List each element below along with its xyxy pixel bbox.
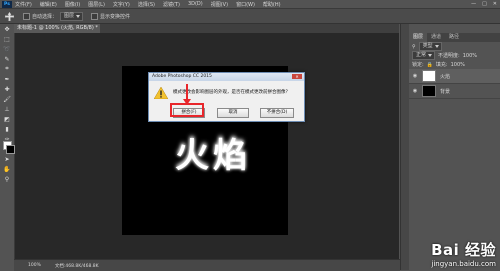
move-icon[interactable]: ✥ — [0, 24, 14, 34]
opacity-value[interactable]: 100% — [463, 53, 477, 59]
fill-label: 填充: — [435, 62, 448, 68]
tab-layers[interactable]: 图层 — [409, 33, 428, 42]
dialog-message: 模式更改会影响图层的外观，是否在模式更改前拼合图像？ — [173, 90, 290, 95]
dialog-titlebar: Adobe Photoshop CC 2015 ✕ — [149, 73, 304, 81]
menu-help[interactable]: 帮助(H) — [263, 1, 281, 8]
show-transform-checkbox[interactable] — [91, 12, 99, 20]
auto-select-checkbox[interactable] — [23, 12, 30, 20]
layer-row-background[interactable]: ◉ 背景 — [409, 84, 500, 99]
lasso-icon[interactable]: ➰ — [0, 44, 14, 54]
layer-name: 背景 — [440, 88, 451, 95]
menu-view[interactable]: 视图(V) — [211, 1, 228, 8]
crop-icon[interactable]: ⌗ — [0, 64, 14, 74]
fill-value[interactable]: 100% — [451, 62, 465, 68]
show-transform-label: 显示变换控件 — [100, 13, 131, 20]
auto-select-label: 自动选择： — [32, 13, 58, 20]
eraser-icon[interactable]: ◩ — [0, 114, 14, 124]
minimize-button[interactable]: — — [471, 1, 476, 7]
dialog-title: Adobe Photoshop CC 2015 — [152, 74, 212, 79]
baidu-jingyan-watermark: Bai 经验 jingyan.baidu.com — [431, 239, 496, 268]
menu-file[interactable]: 文件(F) — [15, 1, 32, 8]
fire-text-artwork: 火焰 — [175, 136, 251, 176]
annotation-highlight-box — [170, 103, 204, 117]
menu-3d[interactable]: 3D(D) — [188, 1, 203, 7]
window-controls: — □ ✕ — [471, 0, 497, 8]
menu-layer[interactable]: 图层(L) — [88, 1, 105, 8]
options-bar: 自动选择： 图层 显示变换控件 — [0, 9, 500, 24]
filter-row: ⚲ 类型 — [409, 42, 500, 51]
move-tool-icon[interactable] — [3, 11, 15, 21]
document-size: 文档:468.8K/468.8K — [54, 263, 99, 269]
gradient-icon[interactable]: ▮ — [0, 124, 14, 134]
cancel-button[interactable]: 取消 — [217, 108, 249, 118]
lock-label: 锁定: — [412, 62, 424, 68]
tab-channels[interactable]: 通道 — [427, 33, 445, 42]
eyedropper-icon[interactable]: ✒ — [0, 74, 14, 84]
watermark-url: jingyan.baidu.com — [431, 260, 496, 268]
menu-bar: Ps 文件(F) 编辑(E) 图像(I) 图层(L) 文字(Y) 选择(S) 滤… — [0, 0, 500, 9]
filter-kind-dropdown[interactable]: 类型 — [418, 42, 442, 51]
background-color-swatch[interactable] — [6, 145, 15, 154]
healing-brush-icon[interactable]: ✚ — [0, 84, 14, 94]
layer-name: 火焰 — [440, 73, 451, 80]
quick-select-icon[interactable]: ✎ — [0, 54, 14, 64]
panel-dock — [400, 24, 409, 270]
blend-row: 正常 不透明度: 100% — [409, 51, 500, 60]
layers-panel: 图层 通道 路径 ⚲ 类型 正常 不透明度: 100% 锁定: 🔒 填充: 10… — [409, 33, 500, 259]
stamp-icon[interactable]: ⊥ — [0, 104, 14, 114]
tab-paths[interactable]: 路径 — [445, 33, 463, 42]
layer-thumbnail — [422, 85, 436, 97]
menu-window[interactable]: 窗口(W) — [236, 1, 255, 8]
marquee-icon[interactable]: ⬚ — [0, 34, 14, 44]
opacity-label: 不透明度: — [438, 53, 460, 59]
maximize-button[interactable]: □ — [482, 1, 487, 7]
visibility-eye-icon[interactable]: ◉ — [412, 73, 418, 79]
zoom-icon[interactable]: ⚲ — [0, 174, 14, 184]
lock-row: 锁定: 🔒 填充: 100% — [409, 60, 500, 69]
status-bar: 100% 文档:468.8K/468.8K — [14, 259, 400, 271]
search-icon: ⚲ — [412, 43, 416, 50]
warning-icon — [154, 87, 168, 99]
lock-icon[interactable]: 🔒 — [427, 62, 433, 68]
layer-row-fire[interactable]: ◉ 火焰 — [409, 69, 500, 84]
menu-select[interactable]: 选择(S) — [138, 1, 155, 8]
menu-edit[interactable]: 编辑(E) — [40, 1, 57, 8]
hand-icon[interactable]: ✋ — [0, 164, 14, 174]
document-tab[interactable]: 未标题-1 @ 100% (火焰, RGB/8) * — [14, 24, 100, 33]
visibility-eye-icon[interactable]: ◉ — [412, 88, 418, 94]
photoshop-logo: Ps — [2, 0, 12, 8]
menu-image[interactable]: 图像(I) — [65, 1, 80, 8]
tools-panel: ✥ ⬚ ➰ ✎ ⌗ ✒ ✚ 🖌 ⊥ ◩ ▮ ✑ T ➤ ✋ ⚲ — [0, 24, 15, 259]
blend-mode-dropdown[interactable]: 正常 — [412, 51, 436, 60]
dialog-close-button[interactable]: ✕ — [292, 74, 302, 79]
layers-panel-tabs: 图层 通道 路径 — [409, 33, 500, 42]
auto-select-dropdown[interactable]: 图层 — [60, 11, 84, 21]
watermark-logo: Bai 经验 — [431, 241, 496, 259]
menu-type[interactable]: 文字(Y) — [113, 1, 130, 8]
no-flatten-button[interactable]: 不拼合(D) — [260, 108, 294, 118]
zoom-level[interactable]: 100% — [28, 263, 41, 268]
close-window-button[interactable]: ✕ — [493, 1, 497, 7]
brush-icon[interactable]: 🖌 — [0, 94, 14, 104]
document-tab-bar: 未标题-1 @ 100% (火焰, RGB/8) * — [14, 24, 399, 33]
layer-thumbnail — [422, 70, 436, 82]
path-select-icon[interactable]: ➤ — [0, 154, 14, 164]
menu-filter[interactable]: 滤镜(T) — [163, 1, 180, 8]
